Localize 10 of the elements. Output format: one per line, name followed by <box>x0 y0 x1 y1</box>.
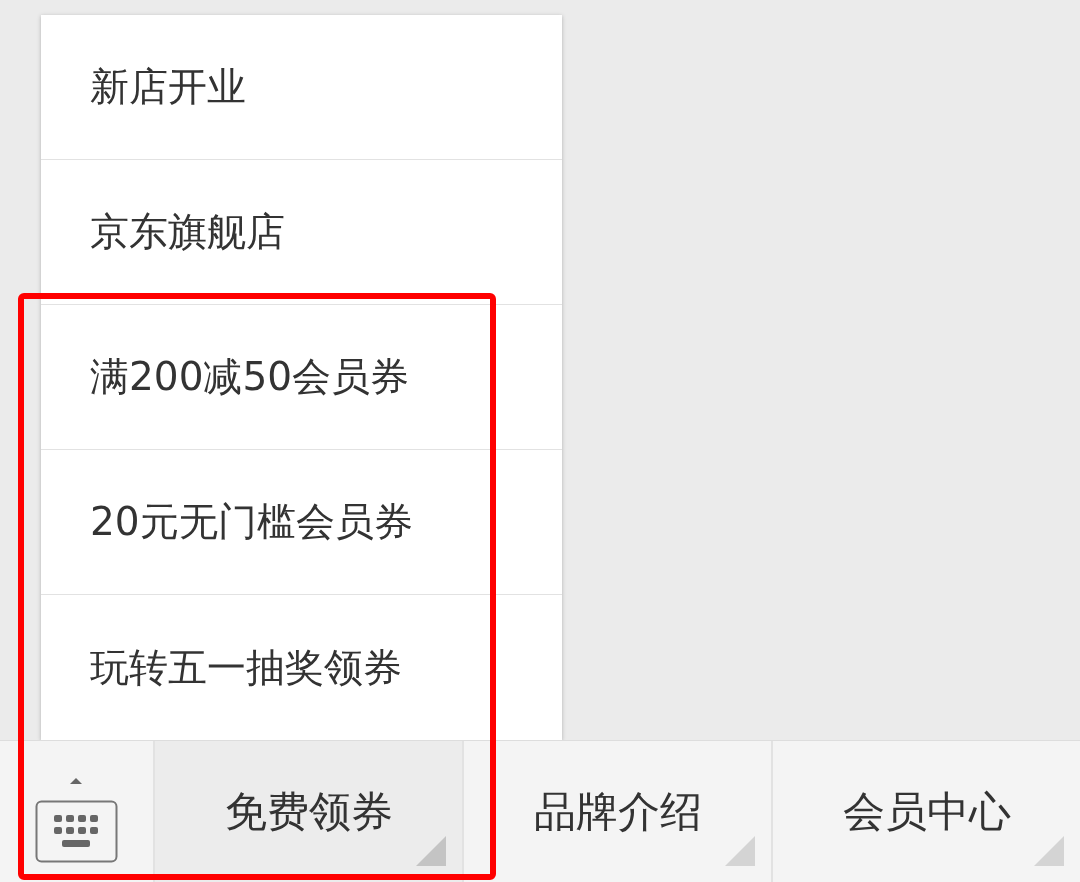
corner-triangle-icon <box>416 836 446 866</box>
submenu-item[interactable]: 京东旗舰店 <box>41 160 562 305</box>
submenu-item[interactable]: 满200减50会员券 <box>41 305 562 450</box>
corner-triangle-icon <box>1034 836 1064 866</box>
submenu-item[interactable]: 玩转五一抽奖领券 <box>41 595 562 740</box>
submenu-item[interactable]: 新店开业 <box>41 15 562 160</box>
submenu-item[interactable]: 20元无门槛会员券 <box>41 450 562 595</box>
menu-tab[interactable]: 免费领券 <box>155 741 464 882</box>
keyboard-icon <box>34 777 119 866</box>
corner-triangle-icon <box>725 836 755 866</box>
